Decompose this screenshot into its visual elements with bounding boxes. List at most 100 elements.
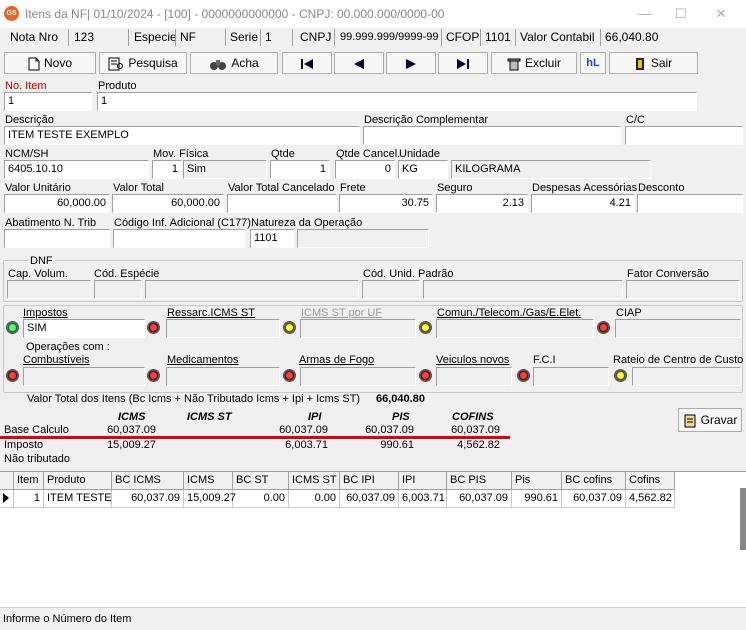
cell-bc-ipi[interactable]: 60,037.09 (340, 490, 399, 508)
imposto-cofins-value: 4,562.82 (457, 439, 500, 451)
qtde-input[interactable]: 1 (270, 160, 330, 179)
grid-header-cofins[interactable]: Cofins (626, 472, 675, 490)
grid-header-icms[interactable]: ICMS (184, 472, 233, 490)
codigo-adicional-input[interactable] (113, 229, 245, 248)
unidade-code[interactable]: KG (398, 160, 448, 179)
no-item-input[interactable]: 1 (4, 92, 92, 111)
novo-button[interactable]: Novo (4, 52, 96, 74)
grid-header-bc-cofins[interactable]: BC cofins (562, 472, 626, 490)
cell-ipi[interactable]: 6,003.71 (399, 490, 447, 508)
desconto-input[interactable] (637, 194, 743, 213)
cell-pis[interactable]: 990.61 (512, 490, 562, 508)
fci-input[interactable] (533, 367, 609, 386)
natureza-input[interactable]: 1101 (250, 229, 294, 248)
grid-header-icms-st[interactable]: ICMS ST (289, 472, 340, 490)
cell-bc-icms[interactable]: 60,037.09 (112, 490, 184, 508)
combustiveis-status-icon[interactable] (6, 369, 19, 382)
gravar-button[interactable]: Gravar (678, 408, 742, 432)
grid-header-bc-icms[interactable]: BC ICMS (112, 472, 184, 490)
cod-especie-code[interactable] (94, 280, 142, 299)
veiculos-status-icon[interactable] (419, 369, 432, 382)
pesquisa-button[interactable]: Pesquisa (99, 52, 187, 74)
base-cofins-value: 60,037.09 (451, 424, 500, 436)
next-record-button[interactable] (386, 52, 436, 74)
frete-input[interactable]: 30.75 (339, 194, 433, 213)
icms-st-uf-status-icon[interactable] (283, 321, 296, 334)
ciap-input[interactable] (615, 319, 741, 338)
cell-icms-st[interactable]: 0.00 (289, 490, 340, 508)
cell-bc-pis[interactable]: 60,037.09 (447, 490, 512, 508)
maximize-button[interactable]: ☐ (666, 4, 696, 24)
comun-input[interactable] (436, 319, 594, 338)
produto-input[interactable]: 1 (97, 92, 697, 111)
fci-label: F.C.I (533, 354, 556, 366)
ciap-status-icon[interactable] (597, 321, 610, 334)
ressarc-input[interactable] (166, 319, 280, 338)
descricao-input[interactable]: ITEM TESTE EXEMPLO (4, 126, 360, 145)
comun-status-icon[interactable] (419, 321, 432, 334)
impostos-status-icon[interactable] (6, 321, 19, 334)
first-record-button[interactable] (282, 52, 332, 74)
cell-bc-st[interactable]: 0.00 (233, 490, 289, 508)
abatimento-input[interactable] (4, 229, 110, 248)
cfop-label: CFOP (446, 30, 480, 44)
rateio-input[interactable] (632, 367, 741, 386)
grid-header-bc-pis[interactable]: BC PIS (447, 472, 512, 490)
cell-item[interactable]: 1 (14, 490, 44, 508)
cod-especie-desc (145, 280, 359, 299)
cod-unid-code[interactable] (362, 280, 420, 299)
armas-input[interactable] (300, 367, 416, 386)
sair-button[interactable]: Sair (609, 52, 698, 74)
nao-tributado-label: Não tributado (4, 453, 71, 465)
medicamentos-status-icon[interactable] (147, 369, 160, 382)
cell-icms[interactable]: 15,009.27 (184, 490, 236, 508)
ncm-input[interactable]: 6405.10.10 (4, 160, 149, 179)
veiculos-input[interactable] (436, 367, 512, 386)
acha-button[interactable]: Acha (190, 52, 278, 74)
minimize-button[interactable]: — (630, 4, 660, 24)
ipi-header: IPI (308, 411, 322, 423)
row-selector-icon (0, 490, 14, 508)
mov-fisica-code[interactable]: 1 (152, 160, 182, 179)
grid-header-ipi[interactable]: IPI (399, 472, 447, 490)
mov-fisica-value: Sim (183, 160, 267, 179)
fci-status-icon[interactable] (517, 369, 530, 382)
items-grid[interactable]: Item Produto BC ICMS ICMS BC ST ICMS ST … (0, 471, 746, 607)
last-record-icon (457, 58, 469, 69)
cc-input[interactable] (625, 126, 743, 145)
grid-header-pis[interactable]: Pis (512, 472, 562, 490)
despesas-input[interactable]: 4.21 (531, 194, 635, 213)
cell-produto[interactable]: ITEM TESTE (44, 490, 112, 508)
grid-header-bc-ipi[interactable]: BC IPI (340, 472, 399, 490)
icms-st-uf-input[interactable] (300, 319, 416, 338)
serie-label: Serie (230, 30, 259, 44)
valor-cancelado-input[interactable] (227, 194, 337, 213)
unidade-desc: KILOGRAMA (451, 160, 651, 179)
grid-header-bc-st[interactable]: BC ST (233, 472, 289, 490)
armas-status-icon[interactable] (283, 369, 296, 382)
valor-unitario-input[interactable]: 60,000.00 (4, 194, 110, 213)
rateio-status-icon[interactable] (614, 369, 627, 382)
especie-label: Especie (134, 30, 177, 44)
fator-conversao-input[interactable] (626, 280, 740, 299)
close-button[interactable]: ✕ (706, 4, 736, 24)
impostos-input[interactable]: SIM (23, 319, 145, 338)
hl-button[interactable]: hL (580, 52, 606, 74)
last-record-button[interactable] (438, 52, 488, 74)
grid-header-produto[interactable]: Produto (44, 472, 112, 490)
combustiveis-input[interactable] (23, 367, 145, 386)
cell-cofins[interactable]: 4,562.82 (626, 490, 675, 508)
excluir-button[interactable]: Excluir (491, 52, 577, 74)
medicamentos-input[interactable] (166, 367, 280, 386)
grid-header-item[interactable]: Item (14, 472, 44, 490)
cap-volum-input[interactable] (7, 280, 91, 299)
hl-icon: hL (586, 57, 600, 69)
previous-record-button[interactable] (334, 52, 384, 74)
grid-scrollbar[interactable] (740, 488, 746, 550)
desc-complementar-input[interactable] (363, 126, 621, 145)
cell-bc-cofins[interactable]: 60,037.09 (562, 490, 626, 508)
seguro-input[interactable]: 2.13 (436, 194, 528, 213)
valor-total-input[interactable]: 60,000.00 (112, 194, 224, 213)
qtde-cancel-input[interactable]: 0 (335, 160, 395, 179)
ressarc-status-icon[interactable] (147, 321, 160, 334)
